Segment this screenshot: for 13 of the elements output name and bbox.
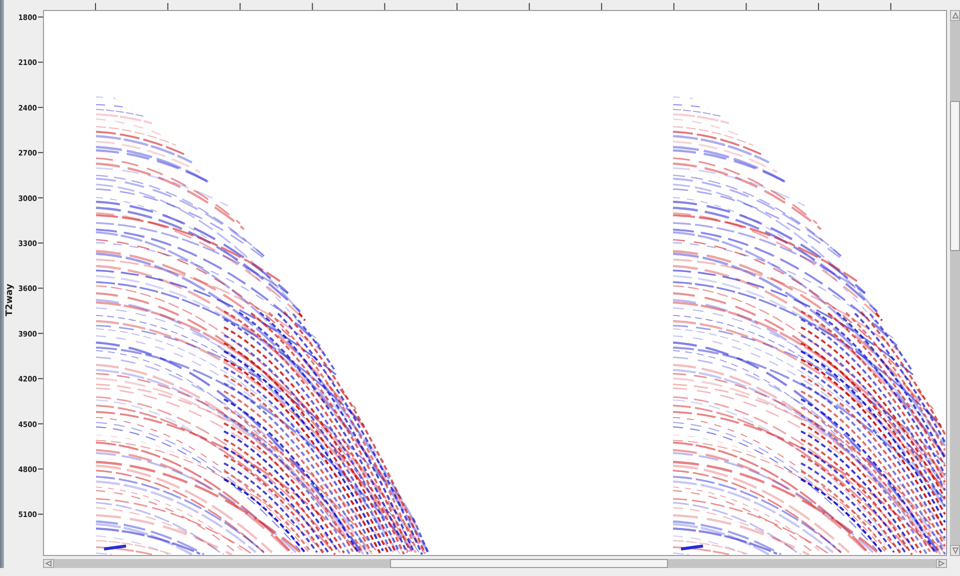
scroll-right-button[interactable] (936, 559, 947, 568)
horizontal-scrollbar[interactable] (43, 559, 947, 568)
scroll-up-button[interactable] (950, 10, 960, 21)
axis-title: T2way (5, 284, 15, 316)
down-arrow-icon (952, 547, 958, 554)
vertical-scrollbar[interactable] (950, 10, 960, 556)
left-arrow-icon (45, 560, 52, 567)
right-arrow-icon (938, 560, 945, 567)
scroll-thumb[interactable] (950, 101, 960, 251)
up-arrow-icon (952, 12, 958, 19)
scroll-down-button[interactable] (950, 545, 960, 556)
scroll-thumb[interactable] (390, 559, 668, 568)
scroll-left-button[interactable] (43, 559, 54, 568)
